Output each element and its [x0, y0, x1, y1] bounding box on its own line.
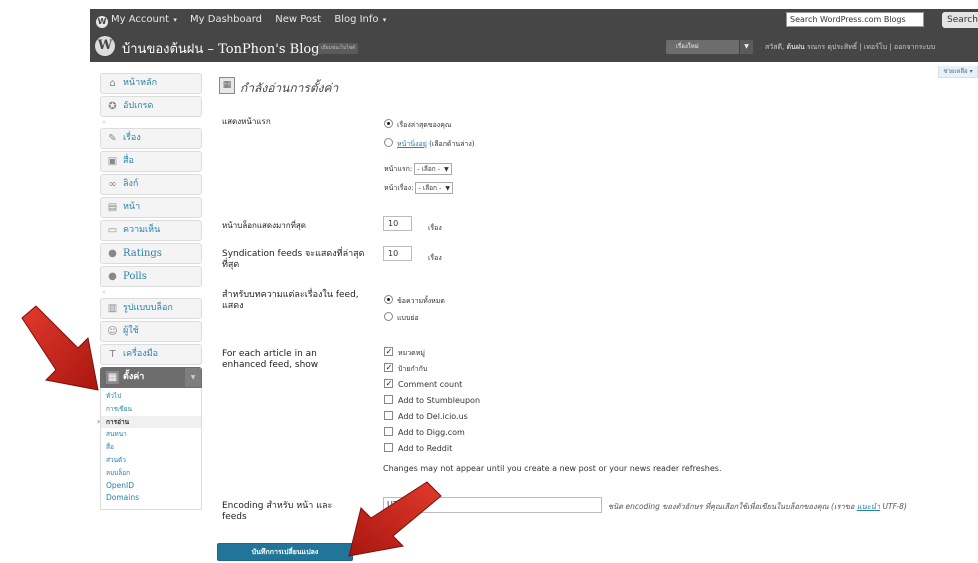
visit-site-button[interactable]: เยี่ยมชมเว็บไซต์ [318, 43, 359, 54]
comment-icon: ▭ [107, 225, 118, 236]
front-page-select-row: หน้าแรก: - เลือก - ▼ [384, 163, 452, 175]
chevron-down-icon[interactable]: ▼ [185, 368, 201, 387]
red-arrow-icon [21, 305, 99, 391]
front-latest-option[interactable]: เรื่องล่าสุดของคุณ [384, 119, 451, 130]
new-post-link[interactable]: New Post [275, 14, 321, 25]
menu-item-tools[interactable]: T เครื่องมือ [100, 344, 202, 365]
enhanced-option[interactable]: Add to Stumbleupon [384, 395, 480, 406]
feeds-count-label: Syndication feeds จะแสดงที่ล่าสุดที่สุด [222, 249, 365, 270]
menu-item-polls[interactable]: ● Polls [100, 266, 202, 287]
page-title: กำลังอ่านการตั้งค่า [240, 81, 339, 95]
wordpress-logo-icon[interactable]: W [95, 36, 115, 56]
pin-icon: ✎ [108, 133, 117, 144]
link-icon: ∞ [108, 179, 117, 190]
recommended-link[interactable]: แนะนำ [857, 502, 880, 511]
menu-item-posts[interactable]: ✎ เรื่อง [100, 128, 202, 149]
wordpress-logo-icon: W [96, 16, 108, 28]
help-tab[interactable]: ช่วยเหลือ ▾ [938, 66, 978, 78]
red-arrow-icon [348, 481, 442, 557]
posts-page-select[interactable]: - เลือก - ▼ [415, 182, 453, 194]
media-icon: ▣ [107, 156, 118, 167]
menu-separator: « [102, 118, 107, 126]
encoding-label: Encoding สำหรับ หน้า และ feeds [222, 501, 333, 522]
save-changes-button[interactable]: บันทึกการเปลี่ยนแปลง [217, 543, 353, 561]
menu-item-media[interactable]: ▣ สื่อ [100, 151, 202, 172]
admin-menu: ⌂ หน้าหลัก ✪ อัปเกรด « ✎ เรื่อง ▣ สื่อ ∞ ลิงก… [97, 73, 202, 511]
feed-notice: Changes may not appear until you create … [383, 464, 722, 473]
submenu-privacy[interactable]: ส่วนตัว [101, 454, 201, 467]
ratings-icon: ● [108, 248, 117, 259]
my-account-menu[interactable]: W My Account ▾ [96, 14, 177, 28]
checkbox-digg[interactable] [384, 427, 393, 436]
enhanced-option[interactable]: ป้ายกำกับ [384, 363, 427, 374]
checkbox-reddit[interactable] [384, 443, 393, 452]
admin-bar: W My Account ▾ My Dashboard New Post Blog… [90, 9, 978, 31]
feed-full-option[interactable]: ข้อความทั้งหมด [384, 295, 445, 306]
posts-page-select-row: หน้าเรื่อง: - เลือก - ▼ [384, 182, 453, 194]
enhanced-option[interactable]: Comment count [384, 379, 462, 390]
menu-item-pages[interactable]: ▤ หน้า [100, 197, 202, 218]
feed-summary-option[interactable]: แบบย่อ [384, 312, 419, 323]
blog-info-menu[interactable]: Blog Info ▾ [334, 14, 386, 25]
settings-page-icon: ▦ [219, 77, 235, 94]
page-icon: ▤ [107, 202, 118, 213]
menu-item-upgrades[interactable]: ✪ อัปเกรด [100, 96, 202, 117]
feed-full-radio[interactable] [384, 295, 393, 304]
menu-separator: « [102, 288, 107, 296]
posts-per-page-label: หน้าบล็อกแสดงมากที่สุด [222, 221, 306, 230]
menu-item-links[interactable]: ∞ ลิงก์ [100, 174, 202, 195]
submenu-delete-blog[interactable]: ลบบล็อก [101, 467, 201, 480]
enhanced-option[interactable]: หมวดหมู่ [384, 347, 425, 358]
menu-item-appearance[interactable]: ▥ รูปแบบบล็อก [100, 298, 202, 319]
enhanced-option[interactable]: Add to Digg.com [384, 427, 465, 438]
submenu-general[interactable]: ทั่วไป [101, 390, 201, 403]
submenu-discussion[interactable]: สนทนา [101, 428, 201, 441]
my-dashboard-link[interactable]: My Dashboard [190, 14, 262, 25]
search-input[interactable]: Search WordPress.com Blogs [786, 12, 924, 27]
submenu-reading[interactable]: การอ่าน [97, 415, 201, 429]
user-name-link[interactable]: ต้นฝน [786, 43, 804, 51]
menu-item-ratings[interactable]: ● Ratings [100, 243, 202, 264]
feeds-count-input[interactable]: 10 [383, 246, 412, 261]
enhanced-feed-label: For each article in an enhanced feed, sh… [222, 349, 319, 370]
posts-unit: เรื่อง [428, 224, 442, 232]
site-title: บ้านของต้นฝน – TonPhon's Blog [122, 42, 320, 57]
front-static-radio[interactable] [384, 138, 393, 147]
submenu-domains[interactable]: Domains [101, 492, 201, 505]
site-header: W บ้านของต้นฝน – TonPhon's Blog เยี่ยมชม… [90, 31, 978, 62]
chevron-down-icon[interactable]: ▼ [739, 40, 753, 54]
menu-item-dashboard[interactable]: ⌂ หน้าหลัก [100, 73, 202, 94]
polls-icon: ● [108, 271, 117, 282]
static-page-link[interactable]: หน้านิ่งอยู่ [397, 140, 427, 148]
submenu-media[interactable]: สื่อ [101, 441, 201, 454]
submenu-openid[interactable]: OpenID [101, 480, 201, 493]
posts-per-page-input[interactable]: 10 [383, 216, 412, 231]
checkbox-stumbleupon[interactable] [384, 395, 393, 404]
enhanced-option[interactable]: Add to Del.icio.us [384, 411, 468, 422]
user-info: สวัสดี, ต้นฝน รณกร ดุประสิทธิ์ | เทอร์โบ… [765, 43, 936, 51]
home-icon: ⌂ [109, 78, 116, 89]
checkbox-categories[interactable] [384, 347, 393, 356]
feed-summary-radio[interactable] [384, 312, 393, 321]
front-page-label: แสดงหน้าแรก [222, 117, 271, 126]
front-latest-radio[interactable] [384, 119, 393, 128]
user-links[interactable]: รณกร ดุประสิทธิ์ | เทอร์โบ | ออกจากระบบ [807, 43, 935, 51]
feeds-unit: เรื่อง [428, 254, 442, 262]
upgrade-icon: ✪ [108, 101, 117, 112]
menu-item-settings[interactable]: ▦ ตั้งค่า ▼ [100, 367, 202, 388]
front-static-option[interactable]: หน้านิ่งอยู่ (เลือกด้านล่าง) [384, 138, 475, 149]
checkbox-delicious[interactable] [384, 411, 393, 420]
settings-submenu: ทั่วไป การเขียน การอ่าน สนทนา สื่อ ส่วนต… [97, 388, 202, 511]
new-post-button[interactable]: เรื่องใหม่ ▼ [666, 40, 753, 54]
checkbox-comment-count[interactable] [384, 379, 393, 388]
search-button[interactable]: Search [942, 12, 978, 28]
submenu-writing[interactable]: การเขียน [101, 403, 201, 416]
checkbox-tags[interactable] [384, 363, 393, 372]
feed-show-label: สำหรับบทความแต่ละเรื่องใน feed, แสดง [222, 290, 359, 311]
enhanced-option[interactable]: Add to Reddit [384, 443, 452, 454]
encoding-description: ชนิด encoding ของตัวอักษร ที่คุณเลือกใช้… [608, 502, 907, 511]
front-page-select[interactable]: - เลือก - ▼ [414, 163, 452, 175]
menu-item-comments[interactable]: ▭ ความเห็น [100, 220, 202, 241]
menu-item-users[interactable]: ☺ ผู้ใช้ [100, 321, 202, 342]
